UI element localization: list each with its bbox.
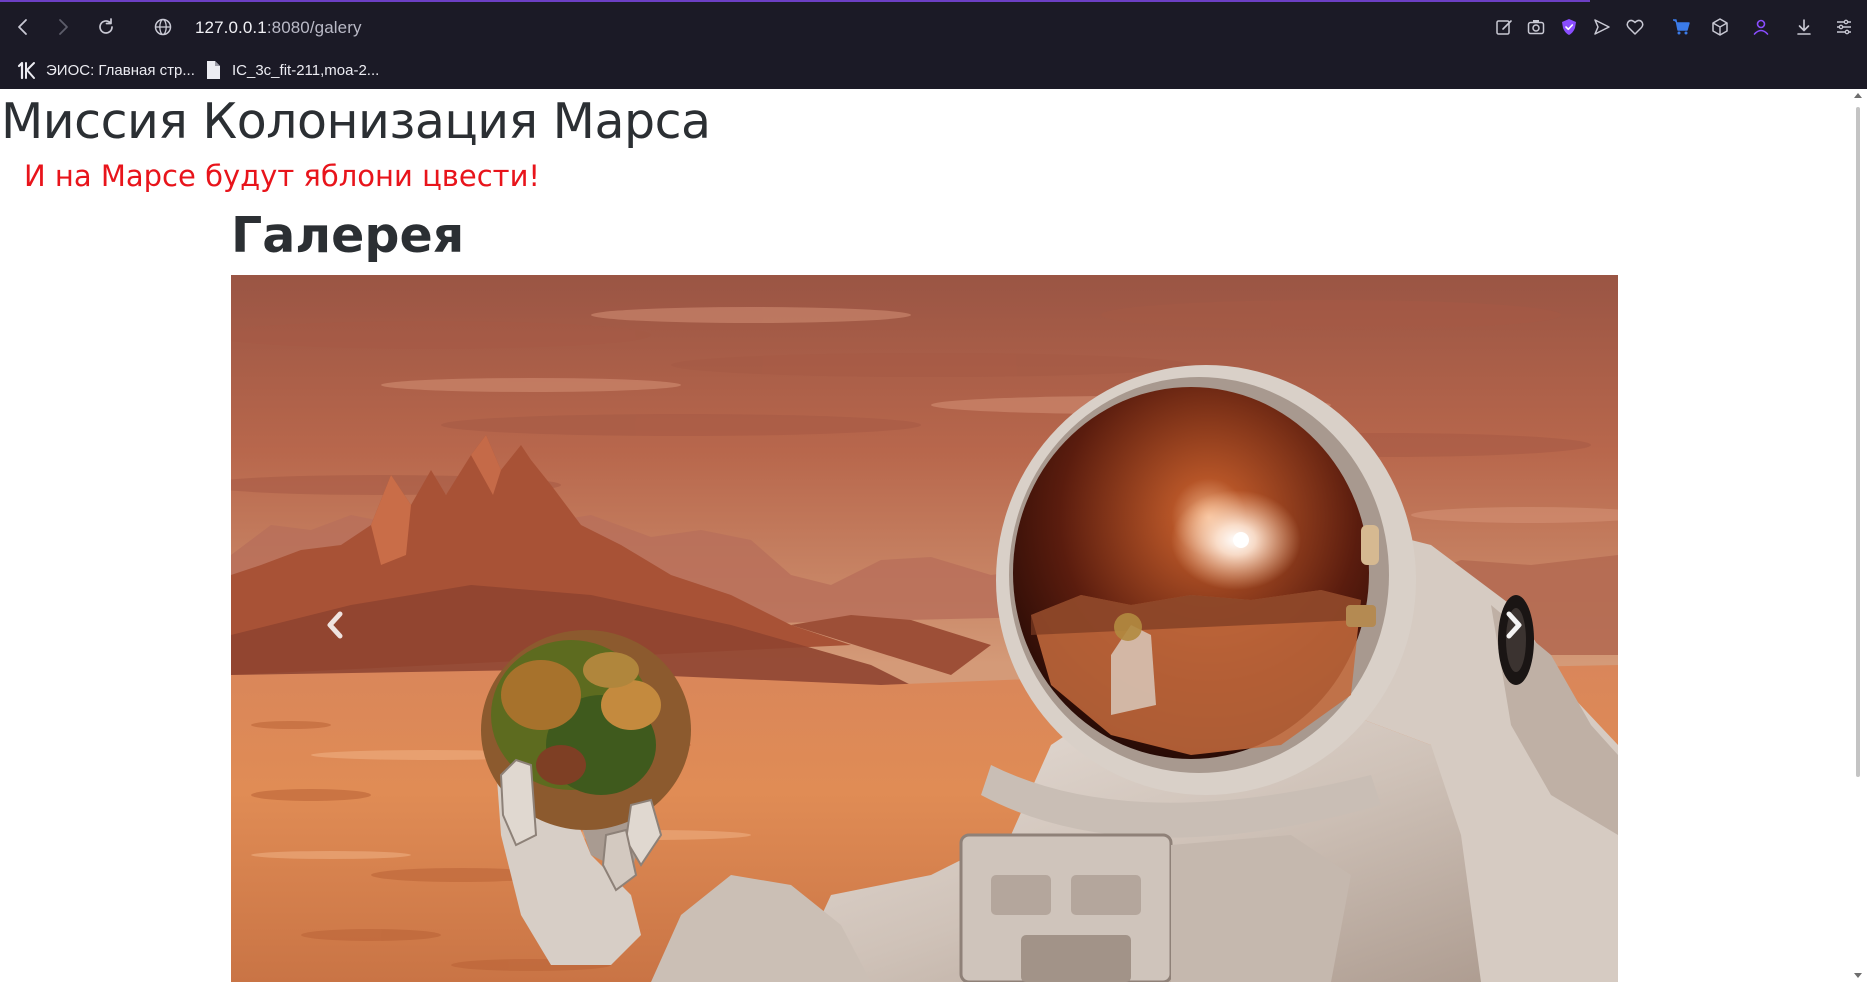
gallery-carousel[interactable] [231,275,1618,982]
cart-icon [1673,19,1690,35]
chevron-right-icon [1506,611,1522,639]
bookmark-label: IC_3c_fit-211,moa-2... [232,61,380,79]
carousel-next-button[interactable] [1484,595,1544,655]
snapshot-button[interactable] [1522,13,1550,41]
profile-icon [1753,19,1769,35]
settings-menu-button[interactable] [1830,13,1858,41]
bookmark-eios[interactable]: ЭИОС: Главная стр... [16,58,195,82]
toolbar-icon-group [0,13,1867,41]
cube-icon [1712,18,1728,36]
scroll-down-icon[interactable] [1854,973,1862,978]
download-icon [1797,19,1811,35]
gallery-heading: Галерея [231,207,465,264]
downloads-button[interactable] [1790,13,1818,41]
scroll-thumb[interactable] [1856,107,1860,777]
edit-icon [1496,20,1512,35]
page-title: Миссия Колонизация Марса [1,93,711,150]
page-scrollbar[interactable] [1849,89,1867,982]
bookmark-label: ЭИОС: Главная стр... [46,61,195,79]
scroll-up-icon[interactable] [1854,93,1862,98]
profile-button[interactable] [1747,13,1775,41]
browser-toolbar: 127.0.0.1:8080/galery [0,2,1867,52]
send-icon [1594,19,1610,35]
page-slogan: И на Марсе будут яблони цвести! [24,159,541,193]
favorites-button[interactable] [1621,13,1649,41]
edit-button[interactable] [1490,13,1518,41]
chevron-left-icon [327,611,343,639]
shopping-button[interactable] [1667,13,1695,41]
page-content: Миссия Колонизация Марса И на Марсе буду… [0,89,1867,982]
extensions-button[interactable] [1706,13,1734,41]
bookmarks-bar: ЭИОС: Главная стр... IC_3c_fit-211,moa-2… [0,52,1867,89]
menu-icon [1837,19,1851,35]
browser-chrome: 127.0.0.1:8080/galery ЭИОС: Главная стр.… [0,0,1867,89]
bookmark-document[interactable]: IC_3c_fit-211,moa-2... [202,58,379,82]
heart-icon [1626,19,1644,35]
carousel-prev-button[interactable] [305,595,365,655]
document-icon [202,59,224,81]
send-button[interactable] [1588,13,1616,41]
camera-icon [1527,20,1545,35]
vpn-button[interactable] [1555,13,1583,41]
carousel-slide-image [231,275,1618,982]
eios-logo-icon [16,59,38,81]
shield-icon [1562,19,1576,35]
